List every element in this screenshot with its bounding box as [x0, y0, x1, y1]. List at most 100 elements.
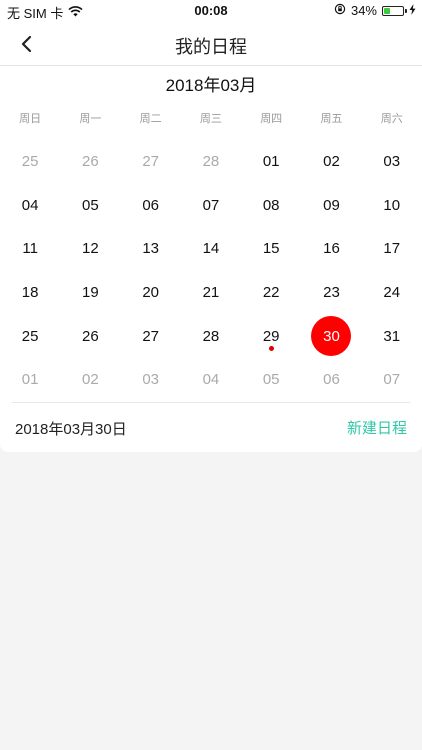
weekday-header: 周日 周一 周二 周三 周四 周五 周六	[0, 110, 422, 128]
day-number: 17	[383, 240, 401, 258]
day-number: 15	[262, 240, 280, 258]
battery-icon	[382, 5, 407, 16]
day-number: 08	[262, 196, 280, 214]
calendar-day[interactable]: 06	[121, 184, 181, 228]
calendar-day[interactable]: 04	[181, 358, 241, 402]
weekday-label: 周一	[79, 113, 102, 125]
calendar-day-selected[interactable]: 30	[301, 314, 361, 358]
calendar-day[interactable]: 29	[241, 314, 301, 358]
day-number: 11	[22, 240, 38, 258]
day-number: 05	[82, 196, 99, 214]
calendar-day[interactable]: 24	[362, 271, 422, 315]
calendar-day[interactable]: 18	[0, 271, 60, 315]
calendar-day[interactable]: 05	[60, 184, 120, 228]
calendar-day[interactable]: 14	[181, 227, 241, 271]
day-number: 01	[262, 153, 280, 171]
calendar-day[interactable]: 05	[241, 358, 301, 402]
month-title[interactable]: 2018年03月	[0, 71, 422, 96]
weekday-label: 周二	[139, 113, 162, 125]
calendar-day[interactable]: 06	[301, 358, 361, 402]
day-number: 06	[323, 371, 340, 389]
day-number: 26	[82, 153, 99, 171]
calendar-day[interactable]: 10	[362, 184, 422, 228]
day-number: 27	[142, 153, 159, 171]
day-number: 04	[202, 371, 220, 389]
battery-fill	[384, 7, 390, 14]
calendar-day[interactable]: 17	[362, 227, 422, 271]
calendar-day[interactable]: 03	[362, 140, 422, 184]
calendar-day[interactable]: 31	[362, 314, 422, 358]
divider	[12, 402, 410, 403]
weekday-label: 周六	[380, 113, 403, 125]
calendar-day[interactable]: 27	[121, 314, 181, 358]
day-number: 24	[383, 284, 401, 302]
calendar-day[interactable]: 02	[301, 140, 361, 184]
day-number: 03	[383, 153, 401, 171]
day-number: 25	[21, 153, 39, 171]
calendar-day[interactable]: 04	[0, 184, 60, 228]
calendar-day[interactable]: 12	[60, 227, 120, 271]
day-number: 10	[383, 196, 401, 214]
event-dot-icon	[268, 346, 274, 352]
day-number: 19	[82, 284, 99, 302]
day-number: 25	[21, 327, 39, 345]
calendar-panel: 2018年03月 周日 周一 周二 周三 周四 周五 周六 25 26 27 28 01 02 03 04…	[0, 66, 422, 452]
day-number: 22	[262, 284, 280, 302]
weekday-label: 周三	[199, 113, 222, 125]
day-number: 02	[82, 371, 99, 389]
weekday-label: 周日	[19, 113, 42, 125]
day-number: 04	[21, 196, 39, 214]
day-number: 06	[142, 196, 159, 214]
calendar-day[interactable]: 16	[301, 227, 361, 271]
calendar-day[interactable]: 08	[241, 184, 301, 228]
screen: 无 SIM 卡 00:08 34% 我的日程 2018年03月 周日 周一 周二…	[0, 0, 422, 750]
day-number: 03	[142, 371, 159, 389]
day-number: 29	[262, 327, 280, 345]
battery-cap	[405, 8, 407, 13]
new-event-button[interactable]: 新建日程	[347, 417, 407, 438]
calendar-day[interactable]: 28	[181, 140, 241, 184]
calendar-day[interactable]: 09	[301, 184, 361, 228]
calendar-day[interactable]: 27	[121, 140, 181, 184]
calendar-day[interactable]: 22	[241, 271, 301, 315]
status-right: 34%	[334, 3, 416, 18]
day-number: 26	[82, 327, 99, 345]
day-number: 28	[202, 327, 220, 345]
calendar-day[interactable]: 03	[121, 358, 181, 402]
calendar-days-grid: 25 26 27 28 01 02 03 04 05 06 07 08 09 10 11 12 13 14 15 16…	[0, 140, 422, 402]
calendar-day[interactable]: 07	[362, 358, 422, 402]
calendar-day[interactable]: 02	[60, 358, 120, 402]
charging-bolt-icon	[409, 3, 416, 18]
calendar-day[interactable]: 19	[60, 271, 120, 315]
day-number: 21	[202, 284, 220, 302]
calendar-day[interactable]: 26	[60, 140, 120, 184]
calendar-day[interactable]: 13	[121, 227, 181, 271]
calendar-day[interactable]: 11	[0, 227, 60, 271]
day-number: 31	[383, 327, 401, 345]
calendar-day[interactable]: 26	[60, 314, 120, 358]
calendar-day[interactable]: 21	[181, 271, 241, 315]
day-number: 28	[202, 153, 220, 171]
calendar-day[interactable]: 01	[241, 140, 301, 184]
day-number: 02	[323, 153, 340, 171]
day-number: 23	[323, 284, 340, 302]
calendar-day[interactable]: 01	[0, 358, 60, 402]
calendar-day[interactable]: 25	[0, 314, 60, 358]
selected-date-label: 2018年03月30日	[15, 421, 127, 438]
nav-bar: 我的日程	[0, 22, 422, 66]
weekday-label: 周五	[320, 113, 343, 125]
calendar-day[interactable]: 23	[301, 271, 361, 315]
day-number: 01	[21, 371, 39, 389]
calendar-day[interactable]: 28	[181, 314, 241, 358]
calendar-day[interactable]: 25	[0, 140, 60, 184]
day-number: 07	[383, 371, 401, 389]
day-number: 27	[142, 327, 159, 345]
day-number: 30	[311, 316, 352, 357]
battery-percent: 34%	[350, 3, 377, 18]
calendar-day[interactable]: 20	[121, 271, 181, 315]
day-number: 20	[142, 284, 159, 302]
calendar-day[interactable]: 15	[241, 227, 301, 271]
day-number: 09	[323, 196, 340, 214]
day-number: 12	[82, 240, 99, 258]
calendar-day[interactable]: 07	[181, 184, 241, 228]
